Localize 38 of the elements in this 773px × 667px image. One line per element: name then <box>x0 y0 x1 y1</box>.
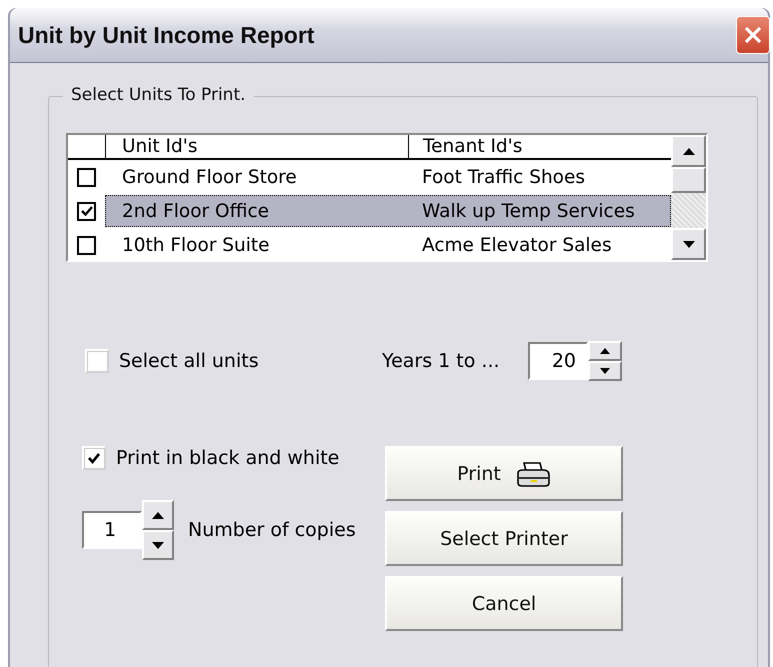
scroll-down-button[interactable] <box>671 228 706 260</box>
down-arrow-icon <box>600 368 610 374</box>
column-header[interactable]: Unit Id's <box>106 135 409 158</box>
dialog-button[interactable]: Print <box>385 446 623 501</box>
checkbox[interactable] <box>82 446 106 470</box>
close-button[interactable] <box>736 16 770 54</box>
down-arrow-icon <box>152 542 164 548</box>
copies-label: Number of copies <box>188 519 356 541</box>
dialog-button[interactable]: Select Printer <box>385 511 623 566</box>
dialog-button[interactable]: Cancel <box>385 576 623 631</box>
up-arrow-icon <box>682 148 694 154</box>
spin-up-button[interactable] <box>142 500 174 530</box>
scrollbar[interactable] <box>671 135 706 260</box>
spin-down-button[interactable] <box>588 361 622 381</box>
checkbox-label[interactable]: Print in black and white <box>116 447 340 469</box>
printer-icon <box>514 460 551 486</box>
check-icon <box>80 204 94 218</box>
years-field[interactable]: 20 <box>528 342 588 380</box>
spin-up-button[interactable] <box>588 341 622 361</box>
up-arrow-icon <box>152 512 164 518</box>
row-checkbox[interactable] <box>77 202 96 220</box>
row-checkbox[interactable] <box>77 236 96 254</box>
years-label: Years 1 to ... <box>382 350 501 372</box>
window-title: Unit by Unit Income Report <box>18 22 314 48</box>
checkbox[interactable] <box>85 349 109 373</box>
close-icon <box>743 25 763 45</box>
list-row[interactable]: 2nd Floor Office Walk up Temp Services <box>105 195 671 227</box>
spin-down-button[interactable] <box>142 530 174 560</box>
checkbox-label[interactable]: Select all units <box>119 350 259 372</box>
list-row[interactable]: 10th Floor Suite Acme Elevator Sales <box>105 229 671 261</box>
row-checkbox[interactable] <box>77 168 96 186</box>
scroll-up-button[interactable] <box>671 135 706 167</box>
column-header[interactable]: Tenant Id's <box>409 135 671 158</box>
down-arrow-icon <box>682 240 694 248</box>
scroll-thumb[interactable] <box>671 167 706 193</box>
up-arrow-icon <box>600 348 610 354</box>
copies-field[interactable]: 1 <box>82 511 142 549</box>
list-row[interactable]: Ground Floor Store Foot Traffic Shoes <box>105 161 671 193</box>
